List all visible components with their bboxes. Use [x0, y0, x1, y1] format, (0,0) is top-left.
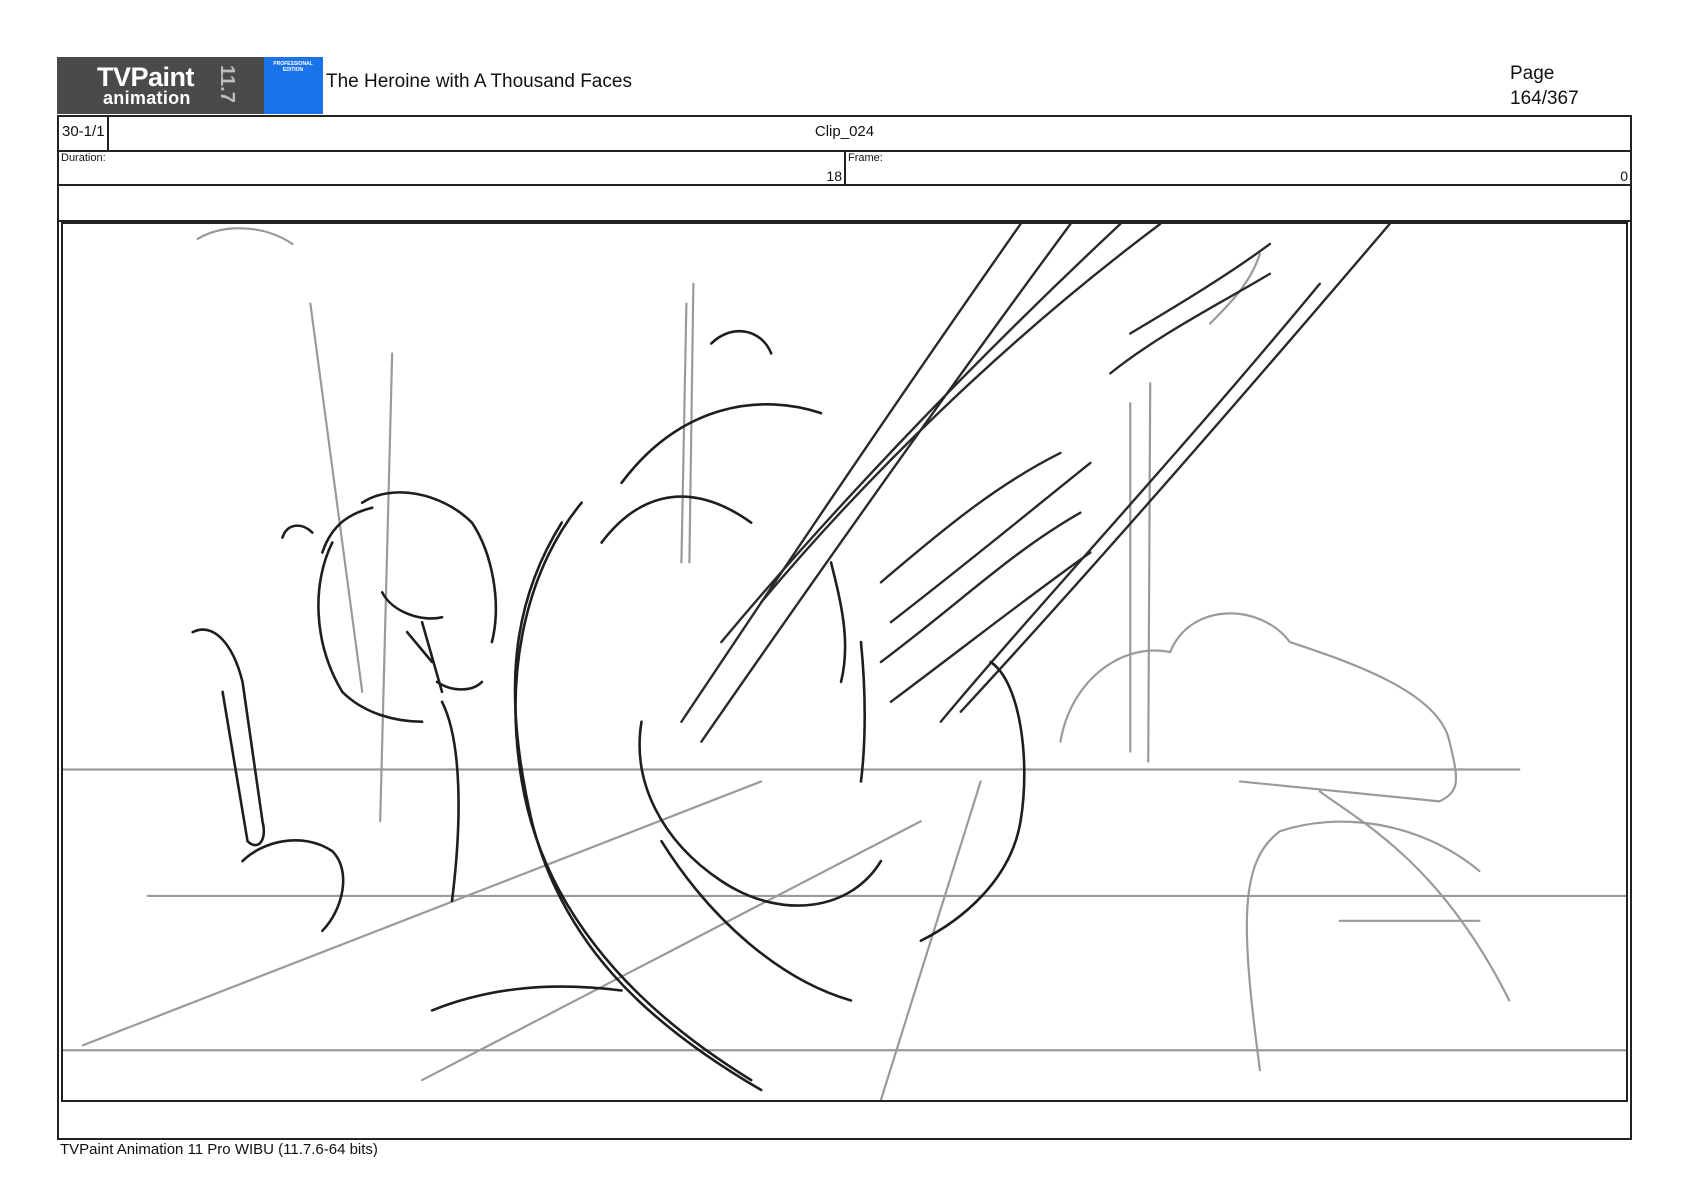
storyboard-sketch	[63, 224, 1626, 1100]
logo-dark-block: TVPaint animation 11.7	[57, 57, 264, 114]
document-title: The Heroine with A Thousand Faces	[326, 71, 632, 92]
logo-edition-block: PROFESSIONAL EDITION	[264, 57, 323, 114]
storyboard-panel	[61, 222, 1628, 1102]
page-label: Page	[1510, 63, 1555, 84]
logo-edition: PROFESSIONAL EDITION	[273, 61, 313, 73]
duration-label: Duration:	[61, 152, 106, 164]
page-number: 164/367	[1510, 88, 1579, 109]
action-notes-row	[59, 184, 1630, 222]
tvpaint-logo: TVPaint animation 11.7 PROFESSIONAL EDIT…	[57, 57, 323, 114]
duration-value: 18	[826, 168, 842, 184]
frame-label: Frame:	[848, 152, 883, 164]
timing-row: Duration: 18 Frame: 0	[59, 150, 1630, 186]
duration-cell: Duration: 18	[59, 150, 846, 184]
logo-subtitle: animation	[103, 88, 191, 108]
logo-version: 11.7	[216, 65, 238, 103]
frame-value: 0	[1620, 168, 1628, 184]
shot-row: Clip_024 30-1/1	[59, 117, 1630, 152]
storyboard-sheet: Clip_024 30-1/1 Duration: 18 Frame: 0	[57, 115, 1632, 1140]
clip-name: Clip_024	[814, 123, 875, 140]
frame-cell: Frame: 0	[846, 150, 1630, 184]
dialogue-notes-row	[59, 1104, 1630, 1138]
footer-version: TVPaint Animation 11 Pro WIBU (11.7.6-64…	[60, 1141, 378, 1158]
shot-id: 30-1/1	[59, 117, 109, 150]
logo-wordmark: TVPaint	[97, 62, 195, 92]
